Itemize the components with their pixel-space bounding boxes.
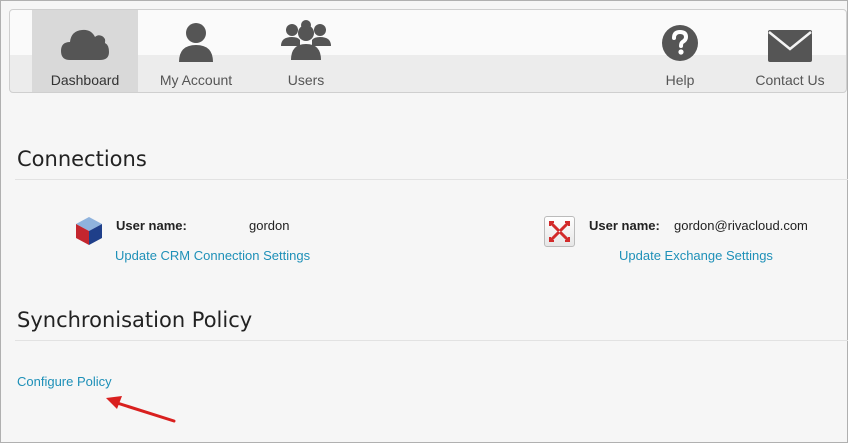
update-exchange-settings-link[interactable]: Update Exchange Settings: [619, 248, 773, 263]
exchange-username-value: gordon@rivacloud.com: [674, 218, 808, 233]
nav-my-account-label: My Account: [159, 72, 233, 88]
crm-cube-icon: [76, 217, 102, 245]
configure-policy-link[interactable]: Configure Policy: [17, 374, 112, 389]
exchange-icon: [544, 216, 575, 247]
help-icon: [650, 20, 710, 62]
cloud-icon: [55, 20, 115, 62]
connections-divider: [15, 179, 848, 180]
nav-dashboard-label: Dashboard: [50, 72, 120, 88]
sync-policy-divider: [15, 340, 848, 341]
top-navigation-bar: Dashboard My Account Users Help Contact …: [9, 9, 847, 93]
nav-my-account[interactable]: My Account: [143, 10, 249, 92]
nav-users[interactable]: Users: [253, 10, 359, 92]
sync-policy-heading: Synchronisation Policy: [17, 308, 253, 332]
crm-username-value: gordon: [249, 218, 290, 233]
user-icon: [166, 20, 226, 62]
annotation-arrow-icon: [106, 396, 176, 423]
nav-contact-us-label: Contact Us: [755, 72, 825, 88]
nav-help-label: Help: [665, 72, 695, 88]
nav-users-label: Users: [287, 72, 325, 88]
exchange-username-label: User name:: [589, 218, 660, 233]
crm-username-label: User name:: [116, 218, 187, 233]
envelope-icon: [760, 20, 820, 62]
nav-help[interactable]: Help: [627, 10, 733, 92]
update-crm-settings-link[interactable]: Update CRM Connection Settings: [115, 248, 310, 263]
nav-dashboard[interactable]: Dashboard: [32, 10, 138, 92]
users-group-icon: [276, 20, 336, 62]
nav-contact-us[interactable]: Contact Us: [737, 10, 843, 92]
connections-heading: Connections: [17, 147, 147, 171]
